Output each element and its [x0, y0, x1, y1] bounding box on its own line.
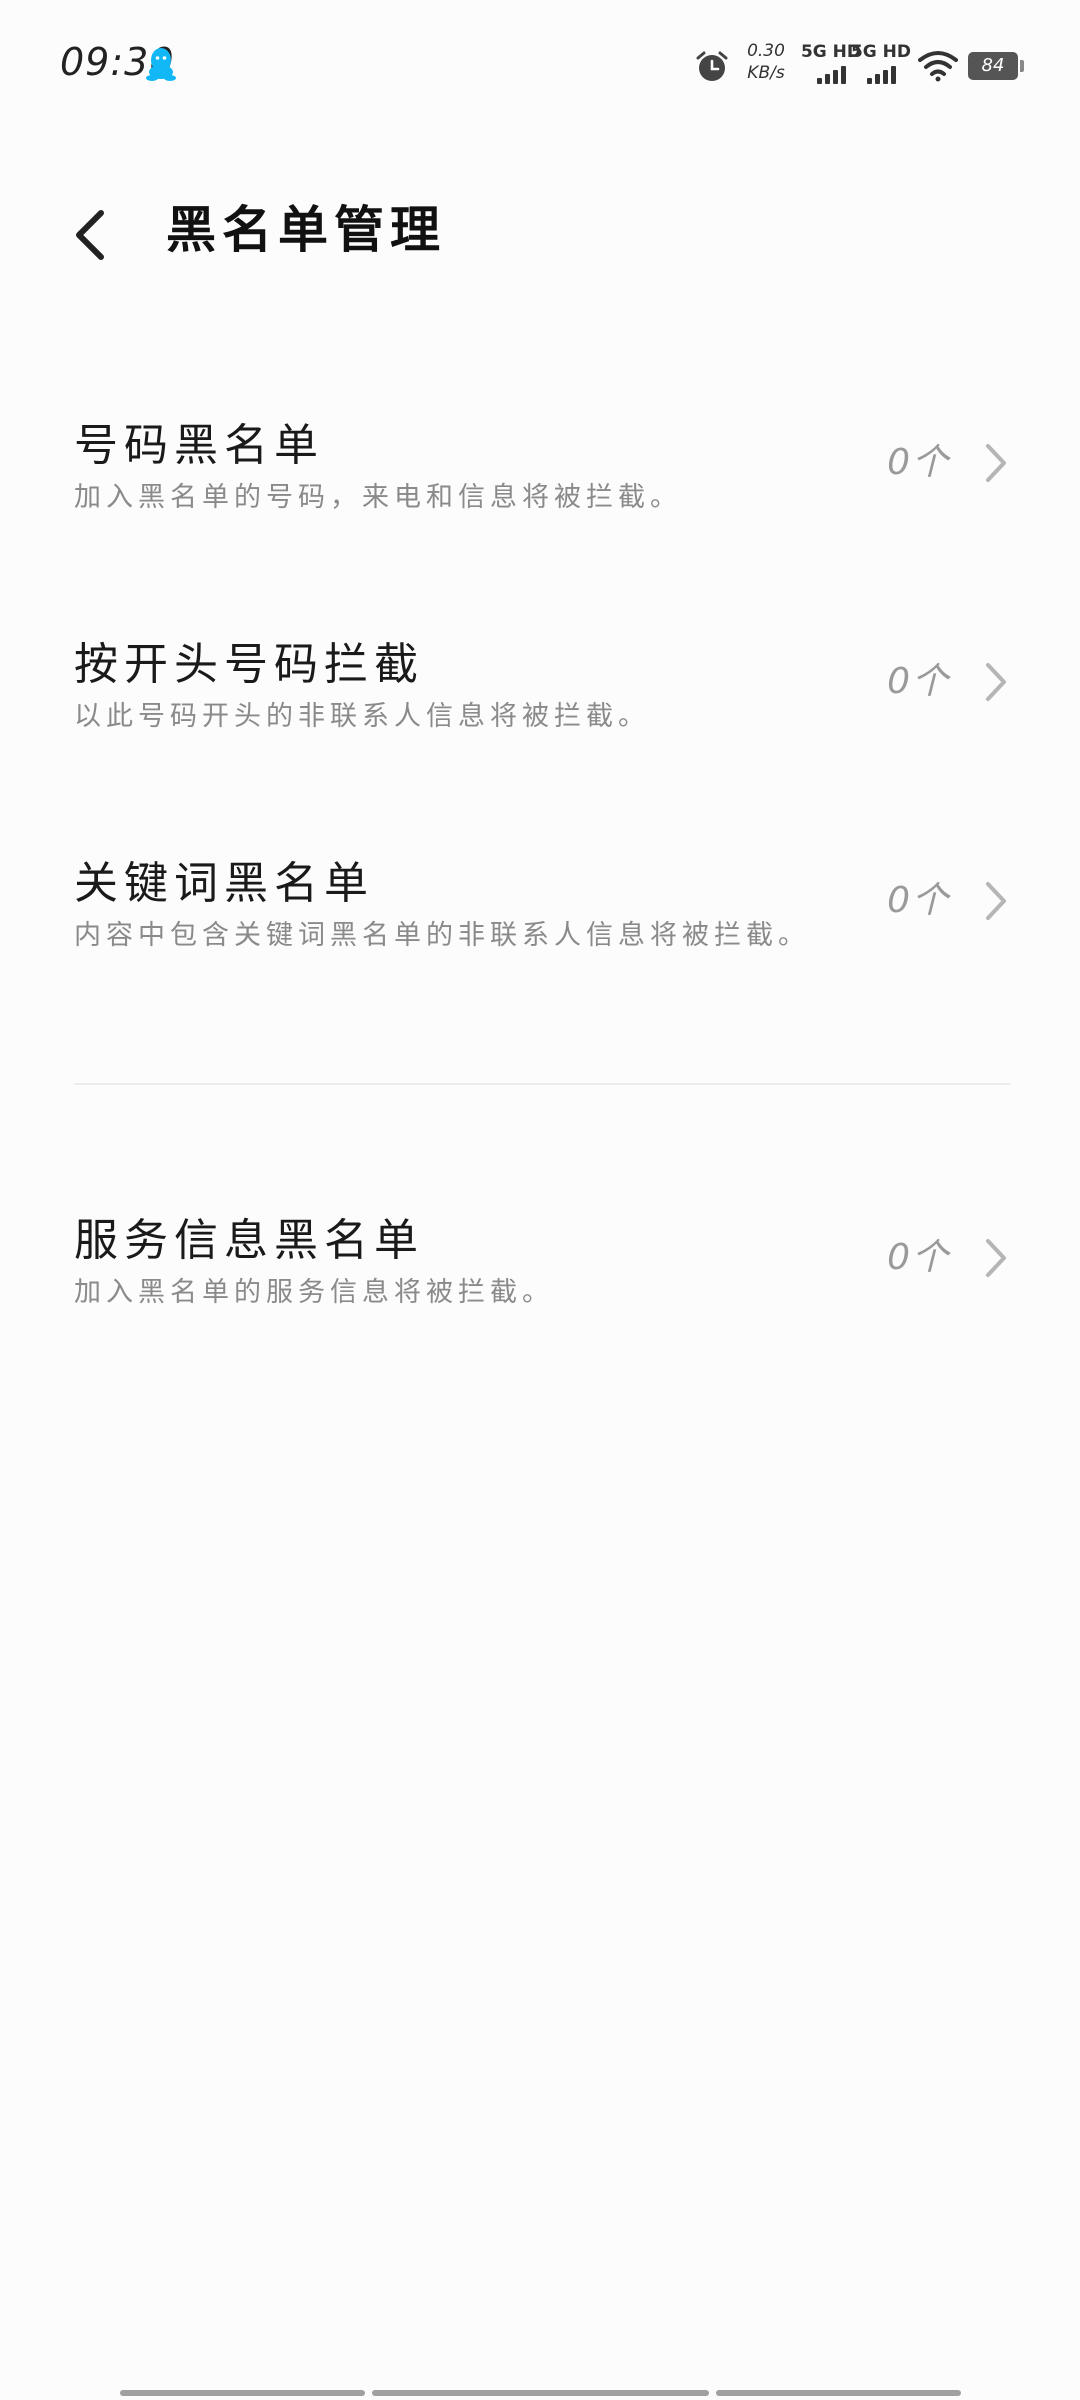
list-item-title: 服务信息黑名单 — [74, 1215, 424, 1266]
list-item-count: 0个 — [887, 1237, 950, 1278]
battery-icon: 84 — [968, 52, 1024, 80]
chevron-right-icon — [986, 663, 1006, 701]
gesture-bar-segment[interactable] — [120, 2390, 365, 2396]
chevron-right-icon — [986, 444, 1006, 482]
blacklist-management-screen: 09:30 0.30 KB/s 5G HD 5G HD 84 黑名单管理 号码黑… — [0, 0, 1080, 2400]
page-title: 黑名单管理 — [166, 201, 446, 259]
list-item-service-message-blacklist[interactable]: 服务信息黑名单 加入黑名单的服务信息将被拦截。 0个 — [0, 1213, 1080, 1363]
list-item-keyword-blacklist[interactable]: 关键词黑名单 内容中包含关键词黑名单的非联系人信息将被拦截。 0个 — [0, 856, 1080, 1006]
qq-icon — [146, 48, 176, 81]
list-item-description: 加入黑名单的号码，来电和信息将被拦截。 — [74, 482, 682, 513]
gesture-bar-segment[interactable] — [372, 2390, 709, 2396]
section-divider — [74, 1083, 1010, 1085]
chevron-left-icon — [76, 210, 104, 260]
list-item-count: 0个 — [887, 880, 950, 921]
alarm-icon — [696, 51, 728, 81]
status-bar: 09:30 0.30 KB/s 5G HD 5G HD 84 — [0, 0, 1080, 130]
wifi-icon — [918, 51, 958, 82]
list-item-prefix-block[interactable]: 按开头号码拦截 以此号码开头的非联系人信息将被拦截。 0个 — [0, 637, 1080, 787]
list-item-count: 0个 — [887, 661, 950, 702]
list-item-count: 0个 — [887, 442, 950, 483]
chevron-right-icon — [986, 1239, 1006, 1277]
list-item-number-blacklist[interactable]: 号码黑名单 加入黑名单的号码，来电和信息将被拦截。 0个 — [0, 418, 1080, 568]
list-item-title: 关键词黑名单 — [74, 858, 374, 909]
list-item-title: 号码黑名单 — [74, 420, 324, 471]
signal-sim-2: 5G HD — [848, 42, 914, 88]
gesture-bar-segment[interactable] — [716, 2390, 961, 2396]
signal-bars-icon — [848, 64, 914, 84]
list-item-title: 按开头号码拦截 — [74, 639, 424, 690]
list-item-description: 加入黑名单的服务信息将被拦截。 — [74, 1277, 554, 1308]
list-item-description: 内容中包含关键词黑名单的非联系人信息将被拦截。 — [74, 920, 810, 951]
network-speed-unit: KB/s — [747, 63, 785, 83]
back-button[interactable] — [60, 200, 120, 270]
chevron-right-icon — [986, 882, 1006, 920]
signal-sim-2-label: 5G HD — [850, 42, 912, 62]
list-item-description: 以此号码开头的非联系人信息将被拦截。 — [74, 701, 650, 732]
network-speed-value: 0.30 — [747, 41, 785, 61]
network-speed: 0.30 KB/s — [746, 40, 786, 84]
